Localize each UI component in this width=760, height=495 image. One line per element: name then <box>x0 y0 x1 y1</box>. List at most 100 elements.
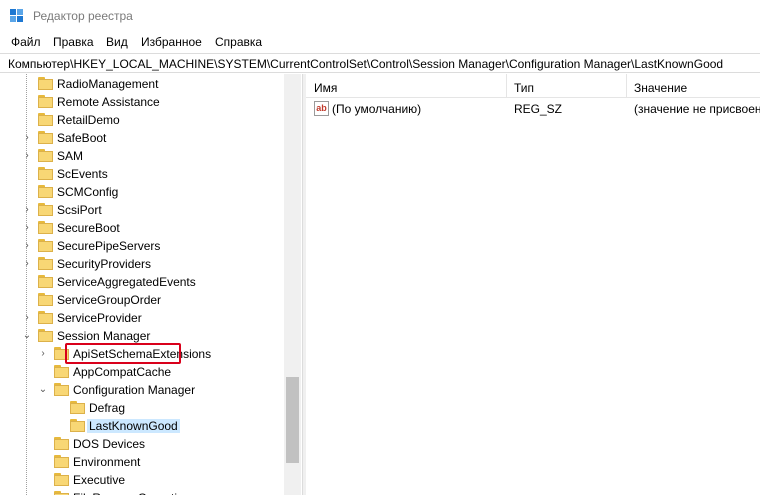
tree-item-label: RetailDemo <box>57 113 120 127</box>
expand-chevron-icon[interactable] <box>38 474 48 486</box>
column-value[interactable]: Значение <box>634 81 687 95</box>
folder-icon <box>54 491 69 495</box>
folder-icon <box>38 221 53 234</box>
tree-item-label: ScsiPort <box>57 203 102 217</box>
column-type[interactable]: Тип <box>514 81 534 95</box>
folder-icon <box>38 329 53 342</box>
folder-icon <box>38 275 53 288</box>
folder-icon <box>38 95 53 108</box>
expand-chevron-icon[interactable] <box>38 456 48 468</box>
tree-item-label: SecurePipeServers <box>57 239 161 253</box>
tree-item[interactable]: Executive <box>0 471 284 489</box>
expand-chevron-icon[interactable]: › <box>22 312 32 324</box>
tree-item-label: Defrag <box>89 401 126 415</box>
folder-icon <box>38 77 53 90</box>
list-row[interactable]: ab (По умолчанию) REG_SZ (значение не пр… <box>306 100 760 118</box>
tree-item[interactable]: › SecureBoot <box>0 219 284 237</box>
expand-chevron-icon[interactable] <box>54 402 64 414</box>
folder-icon <box>54 437 69 450</box>
window-title: Редактор реестра <box>33 9 133 23</box>
expand-chevron-icon[interactable]: ⌄ <box>38 384 48 396</box>
tree-item-label: SCMConfig <box>57 185 119 199</box>
folder-icon <box>38 149 53 162</box>
tree-item-label: AppCompatCache <box>73 365 172 379</box>
expand-chevron-icon[interactable] <box>22 78 32 90</box>
tree-item[interactable]: RetailDemo <box>0 111 284 129</box>
tree-item[interactable]: DOS Devices <box>0 435 284 453</box>
folder-icon <box>38 113 53 126</box>
folder-icon <box>38 311 53 324</box>
tree-item-label: LastKnownGood <box>87 419 180 433</box>
title-bar: Редактор реестра <box>0 0 760 31</box>
address-path[interactable]: Компьютер\HKEY_LOCAL_MACHINE\SYSTEM\Curr… <box>8 57 723 71</box>
folder-icon <box>54 455 69 468</box>
registry-editor-icon <box>10 9 24 23</box>
tree-item[interactable]: AppCompatCache <box>0 363 284 381</box>
column-separator[interactable] <box>626 74 627 98</box>
tree-item[interactable]: ⌄ Configuration Manager <box>0 381 284 399</box>
tree-item-label: Remote Assistance <box>57 95 160 109</box>
tree-item-label: Session Manager <box>57 329 151 343</box>
expand-chevron-icon[interactable]: › <box>22 150 32 162</box>
tree-item-label: ServiceGroupOrder <box>57 293 162 307</box>
scrollbar-thumb[interactable] <box>286 377 299 463</box>
tree-item[interactable]: › SecurityProviders <box>0 255 284 273</box>
tree-item[interactable]: ServiceGroupOrder <box>0 291 284 309</box>
tree-item[interactable]: ScEvents <box>0 165 284 183</box>
expand-chevron-icon[interactable] <box>22 168 32 180</box>
values-list[interactable]: Имя Тип Значение ab (По умолчанию) REG_S… <box>306 74 760 495</box>
folder-icon <box>38 257 53 270</box>
tree-item[interactable]: RadioManagement <box>0 75 284 93</box>
tree-item[interactable]: ServiceAggregatedEvents <box>0 273 284 291</box>
tree-item-label: RadioManagement <box>57 77 159 91</box>
expand-chevron-icon[interactable]: › <box>22 222 32 234</box>
expand-chevron-icon[interactable] <box>38 438 48 450</box>
expand-chevron-icon[interactable] <box>54 420 64 432</box>
expand-chevron-icon[interactable] <box>22 186 32 198</box>
folder-icon <box>38 167 53 180</box>
folder-icon <box>38 239 53 252</box>
folder-icon <box>38 203 53 216</box>
expand-chevron-icon[interactable] <box>22 276 32 288</box>
expand-chevron-icon[interactable] <box>22 96 32 108</box>
registry-tree[interactable]: RadioManagement Remote Assistance RetailDe… <box>0 74 302 495</box>
tree-item-label: SafeBoot <box>57 131 107 145</box>
menu-edit[interactable]: Правка <box>53 35 94 49</box>
annotation-highlight <box>65 343 181 364</box>
menu-favorites[interactable]: Избранное <box>141 35 202 49</box>
address-bar[interactable]: Компьютер\HKEY_LOCAL_MACHINE\SYSTEM\Curr… <box>0 53 760 73</box>
tree-item-label: Environment <box>73 455 141 469</box>
tree-item[interactable]: Environment <box>0 453 284 471</box>
menu-view[interactable]: Вид <box>106 35 128 49</box>
tree-item[interactable]: LastKnownGood <box>0 417 284 435</box>
tree-item[interactable]: FileRenameOperations <box>0 489 284 495</box>
tree-item-label: ServiceAggregatedEvents <box>57 275 196 289</box>
tree-item-label: SecurityProviders <box>57 257 152 271</box>
tree-item[interactable]: Defrag <box>0 399 284 417</box>
tree-item[interactable]: › SafeBoot <box>0 129 284 147</box>
tree-item[interactable]: › SecurePipeServers <box>0 237 284 255</box>
menu-bar: Файл Правка Вид Избранное Справка <box>0 33 760 51</box>
folder-icon <box>54 365 69 378</box>
expand-chevron-icon[interactable] <box>22 294 32 306</box>
column-name[interactable]: Имя <box>314 81 337 95</box>
menu-file[interactable]: Файл <box>11 35 41 49</box>
expand-chevron-icon[interactable]: › <box>22 132 32 144</box>
tree-scrollbar[interactable] <box>284 74 301 495</box>
tree-item-label: SecureBoot <box>57 221 120 235</box>
menu-help[interactable]: Справка <box>215 35 262 49</box>
expand-chevron-icon[interactable]: › <box>22 204 32 216</box>
tree-item[interactable]: › ScsiPort <box>0 201 284 219</box>
column-separator[interactable] <box>506 74 507 98</box>
tree-item[interactable]: SCMConfig <box>0 183 284 201</box>
tree-item[interactable]: Remote Assistance <box>0 93 284 111</box>
expand-chevron-icon[interactable] <box>38 366 48 378</box>
expand-chevron-icon[interactable]: ⌄ <box>22 330 32 342</box>
expand-chevron-icon[interactable]: › <box>38 348 48 360</box>
tree-item[interactable]: › SAM <box>0 147 284 165</box>
tree-item[interactable]: › ServiceProvider <box>0 309 284 327</box>
folder-icon <box>38 131 53 144</box>
expand-chevron-icon[interactable] <box>22 114 32 126</box>
expand-chevron-icon[interactable]: › <box>22 258 32 270</box>
expand-chevron-icon[interactable]: › <box>22 240 32 252</box>
